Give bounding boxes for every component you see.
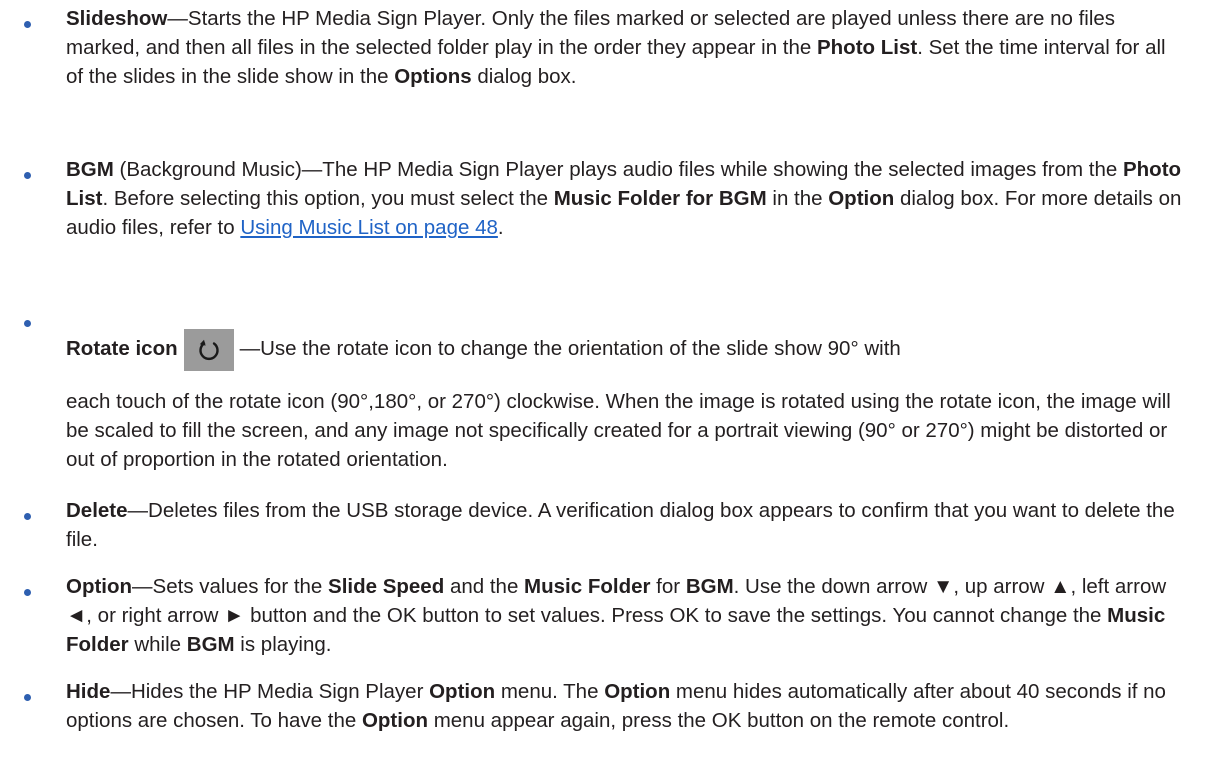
term-slideshow: Slideshow xyxy=(66,7,168,30)
item-text-line2: each touch of the rotate icon (90°,180°,… xyxy=(66,390,1171,471)
item-text-line1: Rotate icon —Use the rotate icon to chang… xyxy=(66,328,1188,371)
term-delete: Delete xyxy=(66,499,128,522)
bullet xyxy=(24,589,31,596)
bullet xyxy=(24,21,31,28)
term-rotate-icon: Rotate icon xyxy=(66,337,178,360)
item-text: Slideshow—Starts the HP Media Sign Playe… xyxy=(66,7,1166,88)
term-option: Option xyxy=(66,575,133,598)
item-text: BGM (Background Music)—The HP Media Sign… xyxy=(66,158,1182,239)
bullet xyxy=(24,320,31,327)
item-text: Hide—Hides the HP Media Sign Player Opti… xyxy=(66,680,1166,732)
rotate-icon xyxy=(183,328,234,371)
bullet xyxy=(24,694,31,701)
term-bgm: BGM xyxy=(66,158,114,181)
item-text: Delete—Deletes files from the USB storag… xyxy=(66,499,1175,551)
bullet xyxy=(24,172,31,179)
bullet xyxy=(24,513,31,520)
item-text: Option—Sets values for the Slide Speed a… xyxy=(66,575,1167,656)
using-music-list-link[interactable]: Using Music List on page 48 xyxy=(240,216,498,239)
term-hide: Hide xyxy=(66,680,111,703)
document-page: Slideshow—Starts the HP Media Sign Playe… xyxy=(0,0,1214,784)
